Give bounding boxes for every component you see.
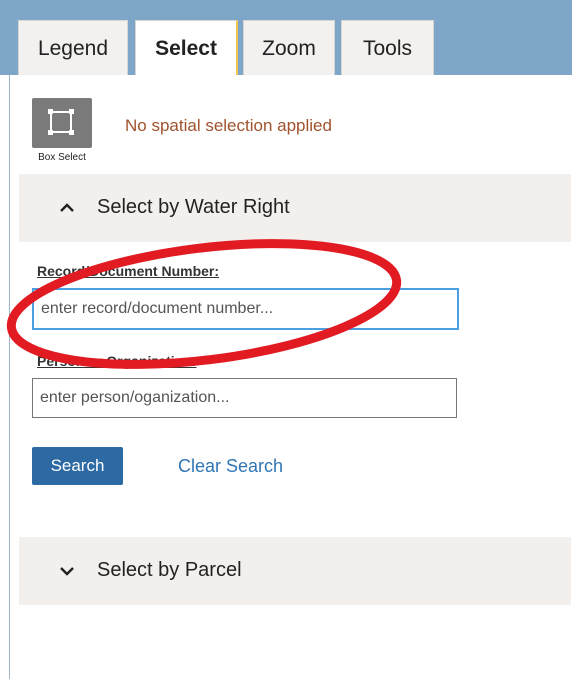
water-right-accordion-title: Select by Water Right [97,196,290,218]
box-select-handle [69,109,74,114]
search-button[interactable]: Search [32,447,123,485]
tab-legend[interactable]: Legend [18,20,128,75]
water-right-accordion-header[interactable]: Select by Water Right [19,174,571,242]
parcel-accordion-title: Select by Parcel [97,559,242,581]
spatial-selection-status: No spatial selection applied [125,116,332,135]
box-select-handle [69,130,74,135]
tab-select[interactable]: Select [135,20,238,75]
clear-search-link[interactable]: Clear Search [178,456,283,477]
panel-left-border [9,75,10,679]
person-organization-label: Person or Organization: [37,353,197,369]
box-select-handle [48,130,53,135]
chevron-down-icon [60,567,74,576]
box-select-button[interactable] [32,98,92,148]
record-number-label: Record/Document Number: [37,263,220,279]
person-organization-input[interactable] [32,378,457,418]
chevron-up-icon [60,203,74,212]
parcel-accordion-header[interactable]: Select by Parcel [19,537,571,605]
box-select-label: Box Select [38,152,86,163]
box-select-handle [48,109,53,114]
tab-zoom[interactable]: Zoom [243,20,335,75]
tab-tools[interactable]: Tools [341,20,434,75]
record-number-input[interactable] [32,288,459,330]
